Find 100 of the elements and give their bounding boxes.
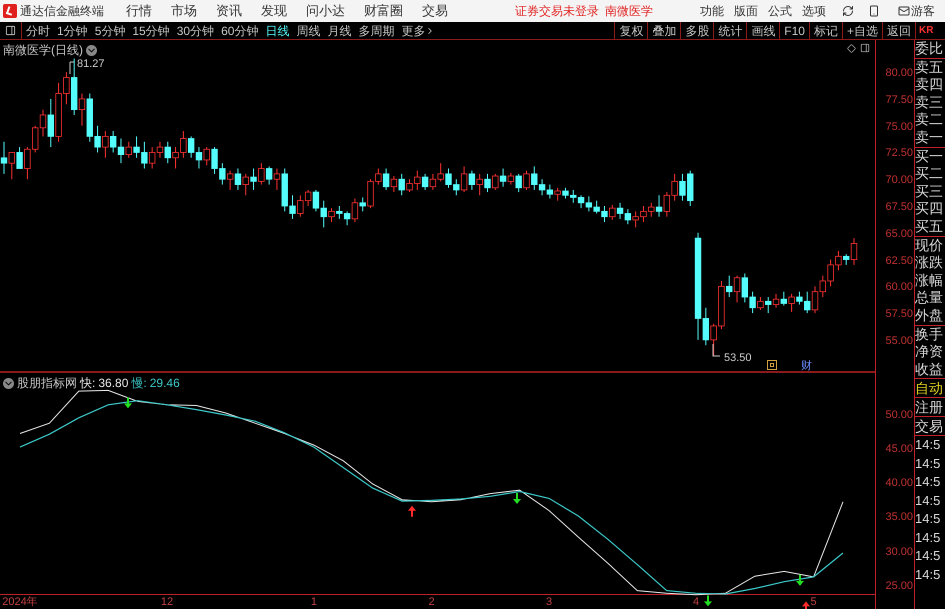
price-axis-label: 75.00	[884, 120, 913, 135]
menu-item[interactable]: 功能	[700, 2, 724, 20]
period-tab[interactable]: 月线	[327, 22, 352, 40]
period-tab[interactable]: 15分钟	[132, 22, 170, 40]
status-label[interactable]: 自动	[915, 379, 945, 398]
quote-field-label: 买二	[915, 165, 944, 183]
period-tab[interactable]: 5分钟	[94, 22, 126, 40]
price-axis-label: 70.00	[884, 173, 913, 188]
tool-button[interactable]: 叠加	[647, 22, 680, 39]
dropdown-icon[interactable]	[3, 378, 14, 388]
user-label[interactable]: 游客	[911, 2, 935, 20]
refresh-icon[interactable]	[842, 5, 854, 17]
quote-field-label: 净资	[915, 343, 944, 361]
tick-time: 14:5	[915, 473, 942, 492]
fast-value: 36.80	[98, 375, 128, 392]
event-marker-icon[interactable]	[767, 360, 777, 370]
tick-time: 14:5	[915, 510, 942, 528]
quote-field-label: 现价	[915, 236, 944, 254]
menu-item[interactable]: 交易	[422, 1, 448, 21]
menu-item[interactable]: 版面	[734, 2, 758, 20]
down-arrow-icon	[704, 595, 712, 606]
menu-item[interactable]: 公式	[768, 2, 792, 20]
mail-icon[interactable]	[898, 5, 910, 17]
quote-field-label: 卖二	[915, 111, 944, 129]
down-arrow-icon	[124, 397, 132, 408]
fast-legend-label: 快:	[80, 375, 96, 392]
phone-icon[interactable]	[868, 5, 880, 17]
quote-field-label: 涨跌	[915, 254, 944, 272]
tool-button[interactable]: F10	[779, 22, 809, 39]
chart-title: 南微医学(日线)	[3, 42, 83, 59]
quote-field-label: 买四	[915, 200, 944, 218]
tick-time: 14:5	[915, 547, 942, 566]
quote-field-label: 收益	[915, 360, 944, 378]
tool-button[interactable]: 标记	[808, 22, 842, 39]
price-axis-label: 72.50	[884, 146, 913, 162]
menu-item[interactable]: 财富圈	[364, 1, 403, 21]
slow-legend-label: 慢:	[131, 375, 147, 392]
tool-button[interactable]: 复权	[614, 22, 648, 39]
panel-icon[interactable]	[860, 43, 870, 53]
quote-field-label: 卖三	[915, 94, 944, 112]
down-arrow-icon	[513, 492, 521, 504]
quote-field-label: 卖一	[915, 128, 944, 147]
period-tab[interactable]: 分时	[26, 22, 50, 40]
menu-item[interactable]: 资讯	[216, 1, 242, 21]
period-tab[interactable]: 多周期	[358, 22, 394, 40]
indicator-axis-label: 45.00	[884, 442, 913, 458]
indicator-name: 股朋指标网	[17, 375, 77, 392]
date-label: 1	[310, 595, 317, 609]
quote-field-label: 外盘	[915, 306, 944, 324]
tool-button[interactable]: 多股	[680, 22, 714, 39]
date-label: 4	[692, 595, 700, 609]
quote-field-label: 总量	[915, 289, 944, 307]
period-tab[interactable]: 周线	[296, 22, 320, 40]
menu-item[interactable]: 市场	[171, 1, 197, 21]
indicator-axis-label: 30.00	[884, 544, 913, 560]
quote-field-label: 涨幅	[915, 272, 944, 290]
price-axis-label: 77.50	[884, 92, 913, 108]
dropdown-icon[interactable]	[86, 44, 97, 56]
quote-field-label: 换手	[915, 326, 944, 344]
period-tab[interactable]: 更多	[401, 22, 436, 40]
price-axis-label: 60.00	[884, 280, 913, 296]
tool-button[interactable]: 画线	[746, 22, 780, 39]
price-axis-label: 80.00	[884, 66, 913, 82]
indicator-axis-label: 50.00	[884, 408, 913, 423]
quote-field-label: 买五	[915, 218, 944, 236]
menu-item[interactable]: 行情	[126, 1, 152, 21]
down-arrow-icon	[796, 574, 804, 586]
tool-button[interactable]: 返回	[882, 22, 915, 39]
tool-button[interactable]: +自选	[842, 22, 882, 39]
price-axis-label: 57.50	[884, 307, 913, 322]
panel-toggle-icon[interactable]	[5, 25, 16, 36]
status-label[interactable]: 交易	[915, 417, 945, 436]
indicator-axis-label: 35.00	[884, 510, 913, 526]
menu-item[interactable]: 问小达	[306, 1, 345, 21]
status-label[interactable]: 注册	[915, 398, 945, 418]
quote-tag: KR	[919, 23, 934, 38]
finance-marker[interactable]: 财	[801, 358, 812, 374]
tool-button[interactable]: 统计	[713, 22, 746, 39]
diamond-icon[interactable]	[847, 44, 856, 52]
price-axis-label: 67.50	[884, 200, 913, 215]
low-price-label: 53.50	[724, 351, 752, 366]
date-label: 3	[546, 595, 552, 609]
menu-item[interactable]: 发现	[261, 1, 287, 21]
quote-field-label: 卖四	[915, 76, 944, 94]
quote-field-label: 买一	[915, 148, 944, 166]
period-tab[interactable]: 日线	[265, 22, 290, 40]
period-tab[interactable]: 60分钟	[221, 22, 258, 40]
date-label: 12	[160, 595, 174, 609]
menu-item[interactable]: 选项	[802, 2, 826, 20]
period-tab[interactable]: 30分钟	[176, 22, 214, 40]
tick-time: 14:5	[915, 528, 942, 547]
price-axis-label: 55.00	[884, 334, 913, 349]
stock-link[interactable]: 南微医学	[605, 2, 653, 20]
app-logo-icon	[3, 4, 17, 18]
tick-time: 14:5	[915, 436, 942, 454]
slow-value: 29.46	[150, 375, 180, 392]
leader-line	[70, 62, 74, 74]
period-tab[interactable]: 1分钟	[57, 22, 88, 40]
login-notice: 证券交易未登录	[515, 3, 599, 20]
up-arrow-icon	[408, 506, 416, 517]
